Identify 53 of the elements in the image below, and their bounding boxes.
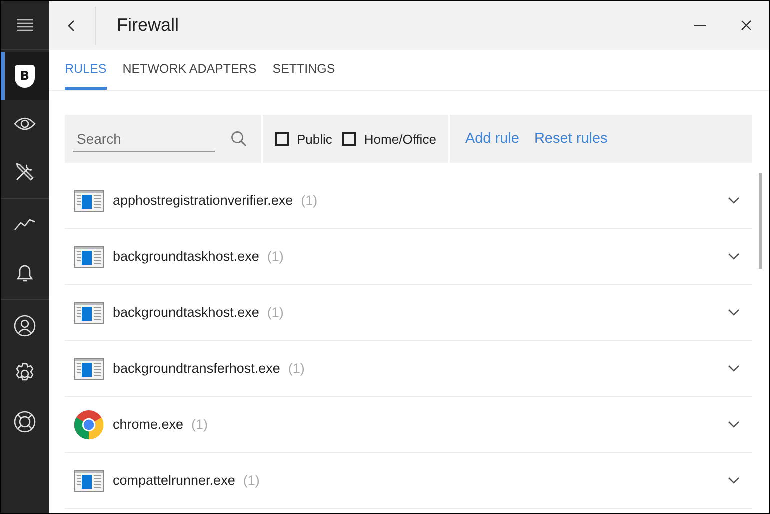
checkbox-label: Public	[297, 132, 332, 146]
lifebuoy-icon	[14, 411, 36, 433]
rule-count: (1)	[192, 417, 210, 432]
application-window-icon	[74, 246, 104, 268]
checkbox[interactable]	[275, 132, 289, 146]
browser-logo-icon	[74, 410, 104, 440]
expand-button[interactable]	[728, 253, 740, 260]
app-name: compattelrunner.exe	[113, 473, 236, 488]
close-icon	[740, 20, 752, 31]
chevron-down-icon	[728, 197, 740, 204]
app-name: backgroundtransferhost.exe	[113, 361, 280, 376]
application-window-icon	[74, 470, 104, 492]
app-name: apphostregistrationverifier.exe	[113, 193, 294, 208]
search-icon[interactable]	[231, 131, 247, 147]
back-icon	[68, 20, 76, 32]
shield-icon: B	[15, 64, 35, 88]
chevron-down-icon	[728, 309, 740, 316]
chevron-down-icon	[728, 421, 740, 428]
expand-button[interactable]	[728, 365, 740, 372]
tools-icon	[15, 162, 35, 182]
rule-count: (1)	[301, 193, 319, 208]
rule-count: (1)	[267, 249, 285, 264]
expand-button[interactable]	[728, 477, 740, 484]
menu-icon	[17, 19, 33, 31]
application-window-icon	[74, 358, 104, 380]
checkbox-label: Home/Office	[364, 132, 436, 146]
scrollbar-thumb[interactable]	[759, 173, 762, 269]
expand-button[interactable]	[728, 197, 740, 204]
chevron-down-icon	[728, 253, 740, 260]
minimize-icon	[694, 24, 706, 26]
search-field[interactable]: Search	[73, 126, 215, 152]
checkbox[interactable]	[342, 132, 356, 146]
rule-count: (1)	[267, 305, 285, 320]
app-name: backgroundtaskhost.exe	[113, 305, 260, 320]
bell-icon	[16, 263, 34, 283]
line-chart-icon	[14, 219, 36, 231]
app-name: backgroundtaskhost.exe	[113, 249, 260, 264]
rule-count: (1)	[243, 473, 261, 488]
chevron-down-icon	[728, 477, 740, 484]
user-icon	[14, 315, 36, 337]
chevron-down-icon	[728, 365, 740, 372]
tab[interactable]: SETTINGS	[272, 50, 336, 90]
app-name: chrome.exe	[113, 417, 184, 432]
expand-button[interactable]	[728, 309, 740, 316]
rule-count: (1)	[288, 361, 306, 376]
tab[interactable]: RULES	[65, 50, 107, 90]
window-title: Firewall	[117, 15, 180, 36]
tab[interactable]: NETWORK ADAPTERS	[122, 50, 257, 90]
application-window-icon	[74, 190, 104, 212]
application-window-icon	[74, 302, 104, 324]
sidebar-item[interactable]: B	[1, 52, 49, 100]
eye-icon	[14, 117, 36, 131]
expand-button[interactable]	[728, 421, 740, 428]
